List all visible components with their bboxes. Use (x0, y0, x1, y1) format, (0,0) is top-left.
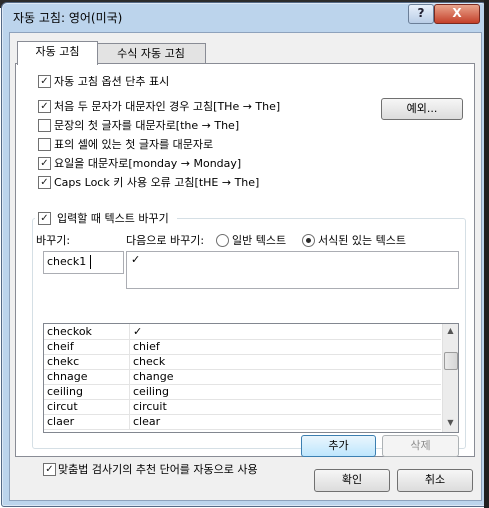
exceptions-button[interactable]: 예외... (381, 98, 463, 120)
two-initial-caps-checkbox[interactable]: ✓ (38, 100, 51, 113)
entry-to: chief (133, 340, 160, 353)
table-row[interactable]: chekc check (44, 354, 441, 370)
entry-to: ceiling (133, 385, 169, 398)
autocorrect-dialog: 자동 고침: 영어(미국) ? X 자동 고침 수식 자동 고침 ✓ 자동 고침… (1, 2, 488, 507)
table-row[interactable]: ceiling ceiling (44, 384, 441, 400)
help-button[interactable]: ? (408, 4, 434, 24)
checkmark-icon: ✓ (40, 177, 49, 188)
two-initial-caps-label: 처음 두 문자가 대문자인 경우 고침[THe → The] (54, 100, 281, 113)
formatted-text-label: 서식된 있는 텍스트 (318, 234, 406, 247)
table-row[interactable]: cheif chief (44, 339, 441, 355)
column-separator (129, 324, 130, 339)
scroll-thumb[interactable] (444, 352, 458, 370)
column-separator (129, 339, 130, 354)
replace-input-value: check1 (47, 255, 87, 268)
delete-button[interactable]: 삭제 (382, 435, 459, 457)
show-buttons-checkbox[interactable]: ✓ (38, 75, 51, 88)
checkmark-icon: ✓ (40, 76, 49, 87)
autocorrect-entries-list[interactable]: checkok ✓ cheif chief chekc check chnage change… (43, 323, 459, 433)
table-row[interactable]: claer clear (44, 414, 441, 430)
replace-input[interactable]: check1 (43, 251, 124, 274)
table-row[interactable]: circut circuit (44, 399, 441, 415)
replace-as-you-type-label: 입력할 때 텍스트 바꾸기 (57, 212, 169, 225)
text-caret (90, 255, 91, 269)
entry-to: change (133, 370, 174, 383)
with-input[interactable]: ✓ (126, 251, 459, 289)
entry-to: clear (133, 415, 161, 428)
capitalize-days-label: 요일을 대문자로[monday → Monday] (54, 157, 242, 170)
checkmark-icon: ✓ (40, 158, 49, 169)
add-button[interactable]: 추가 (301, 435, 376, 457)
caps-lock-label: Caps Lock 키 사용 오류 고침[tHE → The] (54, 176, 260, 189)
entry-from: cheif (47, 340, 74, 353)
entry-to: circuit (133, 400, 167, 413)
entry-to: ✓ (133, 325, 143, 338)
list-scrollbar[interactable]: ▲ ▼ (442, 324, 458, 432)
column-separator (129, 354, 130, 369)
autocorrect-panel: ✓ 자동 고침 옵션 단추 표시 ✓ 처음 두 문자가 대문자인 경우 고침[T… (15, 63, 475, 476)
window-title: 자동 고침: 영어(미국) (13, 11, 123, 25)
column-separator (129, 399, 130, 414)
entry-from: claer (47, 415, 75, 428)
dialog-client-area: 자동 고침 수식 자동 고침 ✓ 자동 고침 옵션 단추 표시 ✓ 처음 두 문… (9, 32, 482, 501)
first-letter-sentences-checkbox[interactable] (38, 119, 51, 132)
caps-lock-checkbox[interactable]: ✓ (38, 176, 51, 189)
entry-from: checkok (47, 325, 92, 338)
entry-from: chnage (47, 370, 88, 383)
ok-button[interactable]: 확인 (314, 469, 390, 492)
formatted-text-radio[interactable] (302, 234, 315, 247)
entry-from: chekc (47, 355, 80, 368)
scroll-up-icon[interactable]: ▲ (446, 326, 455, 335)
tab-math-autocorrect[interactable]: 수식 자동 고침 (96, 43, 206, 64)
column-separator (129, 414, 130, 429)
scroll-down-icon[interactable]: ▼ (446, 418, 455, 427)
capitalize-days-checkbox[interactable]: ✓ (38, 157, 51, 170)
with-label: 다음으로 바꾸기: (126, 234, 205, 247)
first-letter-sentences-label: 문장의 첫 글자를 대문자로[the → The] (54, 119, 240, 132)
entry-from: circut (47, 400, 78, 413)
entry-to: check (133, 355, 166, 368)
table-row[interactable]: chnage change (44, 369, 441, 385)
table-row[interactable]: checkok ✓ (44, 324, 441, 340)
close-button[interactable]: X (434, 4, 480, 24)
show-buttons-label: 자동 고침 옵션 단추 표시 (54, 75, 170, 88)
replace-label: 바꾸기: (36, 234, 71, 247)
entry-from: ceiling (47, 385, 83, 398)
plain-text-radio[interactable] (216, 234, 229, 247)
checkmark-icon: ✓ (40, 213, 49, 224)
spellcheck-suggestions-checkbox[interactable]: ✓ (43, 463, 56, 476)
plain-text-label: 일반 텍스트 (232, 234, 287, 247)
cancel-button[interactable]: 취소 (397, 469, 473, 492)
replace-group-header: ✓ 입력할 때 텍스트 바꾸기 (35, 209, 178, 227)
checkmark-icon: ✓ (40, 101, 49, 112)
radio-selected-icon (306, 238, 311, 243)
with-input-value: ✓ (131, 253, 141, 266)
title-bar[interactable]: 자동 고침: 영어(미국) ? X (2, 3, 487, 31)
first-letter-cells-checkbox[interactable] (38, 138, 51, 151)
spellcheck-suggestions-label: 맞춤법 검사기의 추천 단어를 자동으로 사용 (58, 463, 258, 476)
right-edge-strip (484, 0, 489, 508)
first-letter-cells-label: 표의 셀에 있는 첫 글자를 대문자로 (54, 138, 214, 151)
tab-autocorrect[interactable]: 자동 고침 (17, 41, 98, 65)
replace-as-you-type-checkbox[interactable]: ✓ (38, 212, 51, 225)
column-separator (129, 369, 130, 384)
column-separator (129, 384, 130, 399)
checkmark-icon: ✓ (45, 464, 54, 475)
